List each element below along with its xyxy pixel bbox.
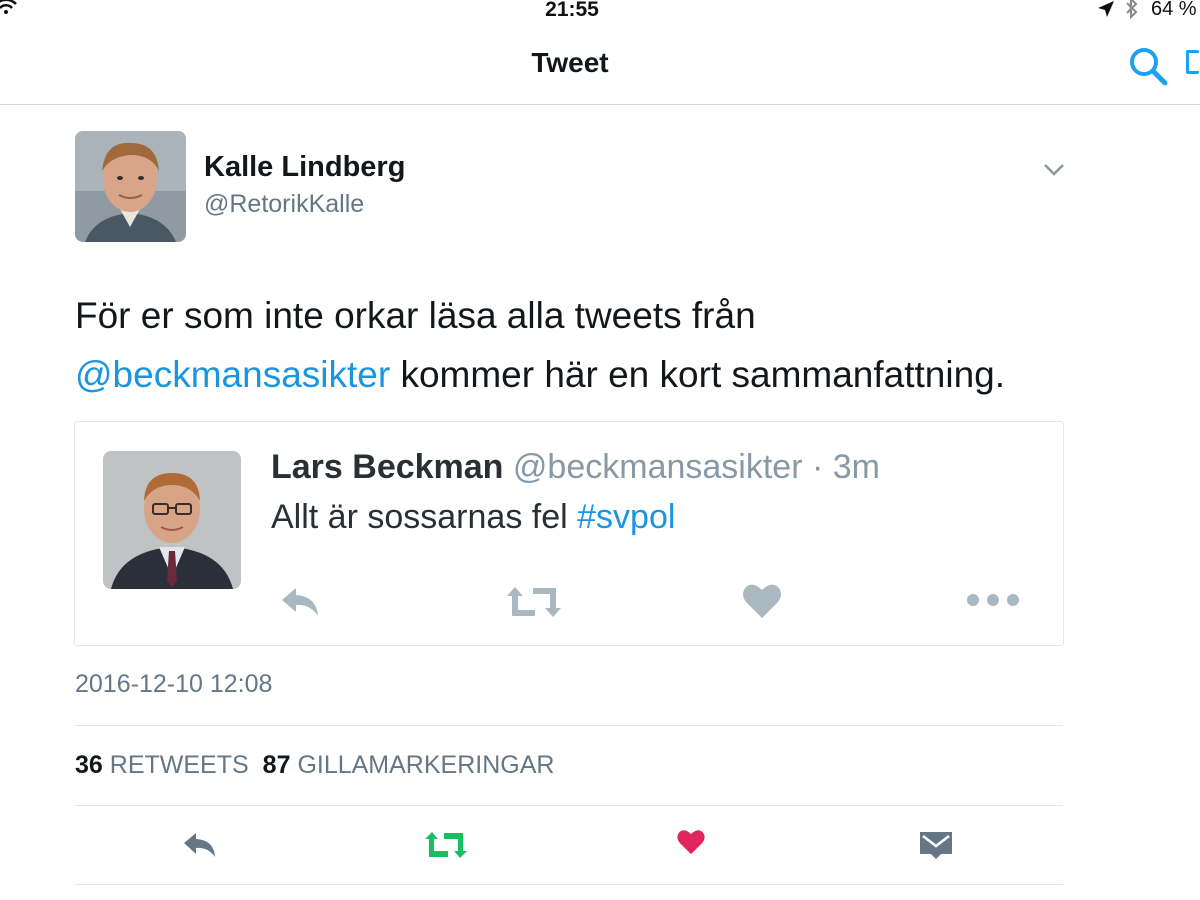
- author-name[interactable]: Kalle Lindberg: [204, 151, 405, 184]
- quoted-tweet-body: Allt är sossarnas fel: [271, 498, 578, 536]
- compose-icon[interactable]: [1186, 50, 1199, 74]
- author-avatar[interactable]: [75, 131, 186, 242]
- page-title: Tweet: [531, 47, 609, 78]
- retweet-label[interactable]: RETWEETS: [110, 751, 249, 779]
- retweet-count[interactable]: 36: [75, 751, 103, 779]
- more-icon: [967, 594, 1019, 606]
- quoted-author-name[interactable]: Lars Beckman: [271, 448, 503, 486]
- quoted-tweet-card[interactable]: Lars Beckman @beckmansasikter · 3m Allt …: [74, 421, 1064, 646]
- quoted-tweet-text: Allt är sossarnas fel #svpol: [271, 498, 675, 537]
- location-arrow-icon: [1098, 1, 1114, 17]
- mention-link[interactable]: @beckmansasikter: [75, 354, 390, 395]
- like-label[interactable]: GILLAMARKERINGAR: [297, 751, 554, 779]
- engagement-stats: 36 RETWEETS 87 GILLAMARKERINGAR: [75, 751, 568, 780]
- quoted-author-avatar[interactable]: [103, 451, 241, 589]
- hashtag-link[interactable]: #svpol: [577, 498, 675, 536]
- like-icon[interactable]: [676, 827, 706, 857]
- status-time: 21:55: [545, 0, 599, 21]
- tweet-text-part1: För er som inte orkar läsa alla tweets f…: [75, 295, 756, 336]
- retweet-icon[interactable]: [424, 829, 468, 861]
- divider: [75, 884, 1063, 885]
- chevron-down-icon[interactable]: [1043, 163, 1065, 177]
- quoted-tweet-header: Lars Beckman @beckmansasikter · 3m: [271, 448, 880, 487]
- author-handle[interactable]: @RetorikKalle: [204, 190, 364, 219]
- battery-percentage: 64 %: [1151, 0, 1197, 20]
- reply-icon[interactable]: [181, 830, 219, 860]
- direct-message-icon[interactable]: [919, 830, 953, 860]
- search-icon[interactable]: [1128, 46, 1170, 88]
- divider: [75, 725, 1063, 726]
- reply-icon: [282, 588, 318, 616]
- tweet-text-part2: kommer här en kort sammanfattning.: [390, 354, 1006, 395]
- quoted-author-handle-time: @beckmansasikter · 3m: [503, 448, 880, 486]
- tweet-timestamp: 2016-12-10 12:08: [75, 670, 273, 698]
- like-icon: [743, 584, 781, 618]
- status-bar: 21:55 64 %: [0, 0, 1200, 26]
- nav-bar: Tweet: [0, 26, 1200, 105]
- divider: [75, 805, 1063, 806]
- retweet-icon: [507, 587, 561, 617]
- bluetooth-icon: [1126, 0, 1138, 19]
- tweet-text: För er som inte orkar läsa alla tweets f…: [75, 286, 1115, 404]
- like-count[interactable]: 87: [263, 751, 291, 779]
